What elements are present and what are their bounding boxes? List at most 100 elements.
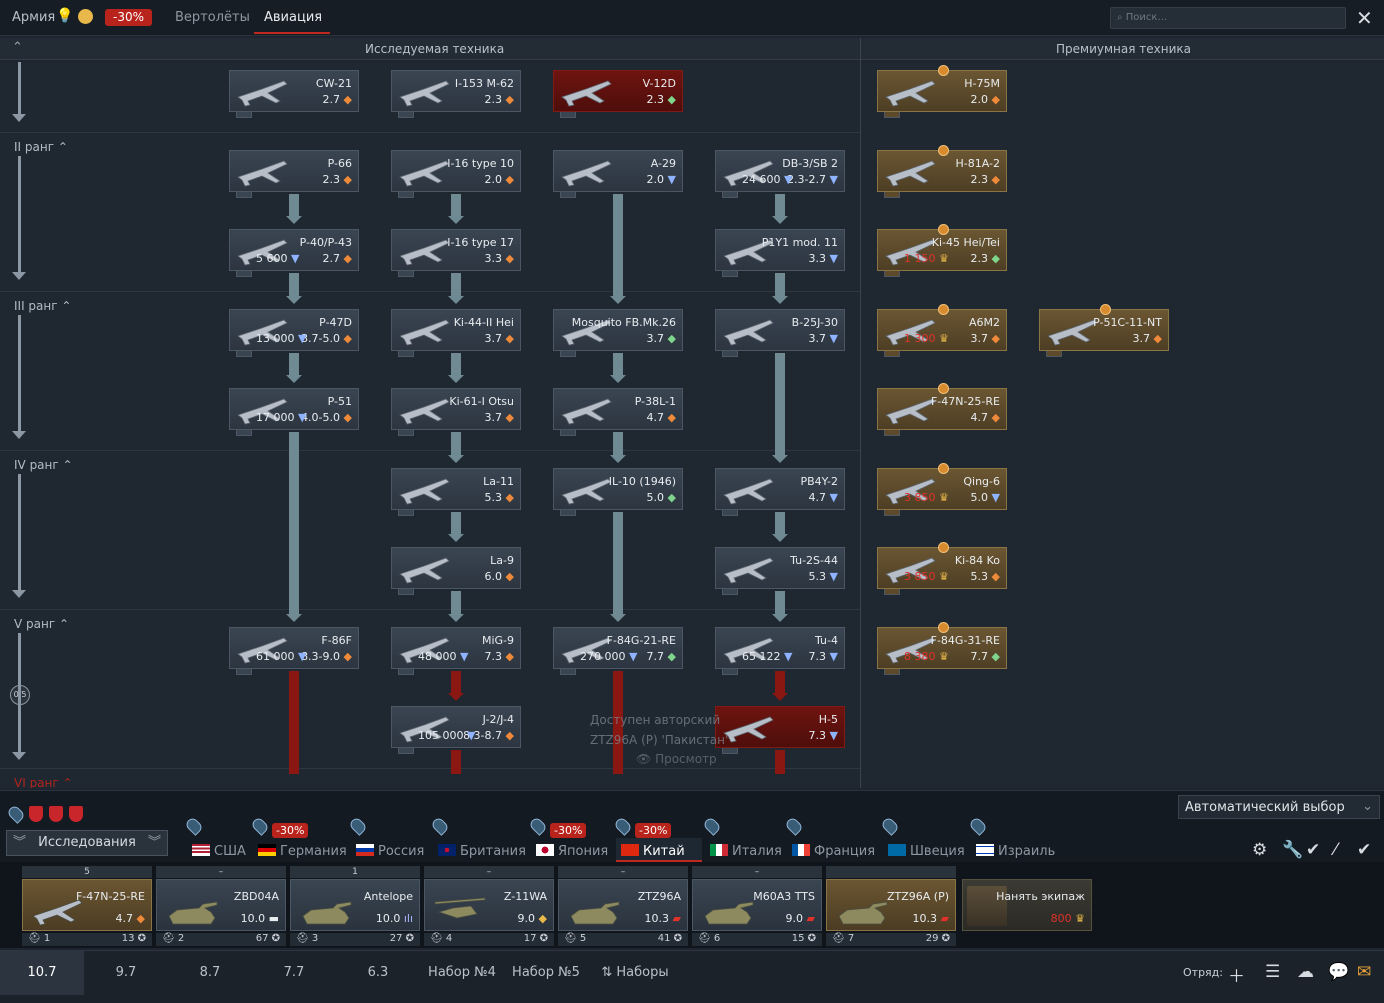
- slot-vehicle[interactable]: ZBD04A 10.0 ▬: [156, 879, 286, 931]
- tab-helicopters[interactable]: Вертолёты: [175, 10, 250, 25]
- vehicle-card-p51[interactable]: P-51 4.0-5.0 ◆ 17 000 ▼: [229, 388, 359, 436]
- nation-tab-5[interactable]: Китай: [621, 844, 685, 859]
- slot-vehicle[interactable]: M60A3 TTS 9.0 ▰: [692, 879, 822, 931]
- vehicle-card-il10[interactable]: IL-10 (1946) 5.0 ◆: [553, 467, 683, 516]
- nation-tab-8[interactable]: Швеция: [888, 844, 965, 859]
- repair-all-icon[interactable]: ⁄: [1334, 840, 1337, 860]
- vehicle-card-qing6[interactable]: Qing-6 5.0 ▼ 3 850 ♛: [877, 462, 1007, 516]
- slot-vehicle[interactable]: F-47N-25-RE 4.7 ◆: [22, 879, 152, 931]
- research-points-icon: ◆: [502, 729, 514, 742]
- vehicle-card-tu4[interactable]: Tu-4 7.3 ▼ 65 122 ▼: [715, 626, 845, 675]
- vehicle-card-a29[interactable]: A-29 2.0 ▼: [553, 149, 683, 198]
- vehicle-card-h75m[interactable]: H-75M 2.0 ◆: [877, 65, 1007, 118]
- tab-aviation[interactable]: Авиация: [264, 10, 322, 25]
- vehicle-card-db3[interactable]: DB-3/SB 2 2.3-2.7 ▼ 24 600 ▼: [715, 149, 845, 198]
- crew-slot-2[interactable]: – ZBD04A 10.0 ▬ ⛑ 2 67 ✪: [156, 866, 286, 946]
- nation-tab-0[interactable]: США: [192, 844, 246, 859]
- card-tab: [722, 589, 738, 595]
- slot-vehicle[interactable]: Antelope 10.0 ılı: [290, 879, 420, 931]
- crew-slot-3[interactable]: 1 Antelope 10.0 ılı ⛑ 3 27 ✪: [290, 866, 420, 946]
- nation-tab-4[interactable]: Япония: [536, 844, 608, 859]
- vehicle-card-pb4y[interactable]: PB4Y-2 4.7 ▼: [715, 467, 845, 516]
- slot-vehicle[interactable]: ZTZ96A (P) 10.3 ▰: [826, 879, 956, 931]
- crew-slot-4[interactable]: – Z-11WA 9.0 ◆ ⛑ 4 17 ✪: [424, 866, 554, 946]
- vehicle-card-p51c[interactable]: P-51C-11-NT 3.7 ◆: [1039, 303, 1169, 357]
- army-tab[interactable]: Армия: [12, 10, 55, 25]
- vehicle-card-i16t10[interactable]: I-16 type 10 2.0 ◆: [391, 149, 521, 198]
- presets-menu-button[interactable]: ⇅ Наборы: [590, 951, 680, 995]
- preset-2[interactable]: 8.7: [168, 951, 252, 995]
- vehicle-card-i153[interactable]: I-153 M-62 2.3 ◆: [391, 70, 521, 118]
- search-input[interactable]: ⌕ Поиск...: [1110, 7, 1346, 29]
- chat-icon[interactable]: 💬: [1328, 962, 1349, 982]
- slot-vehicle[interactable]: ZTZ96A 10.3 ▰: [558, 879, 688, 931]
- nation-tab-9[interactable]: Израиль: [976, 844, 1055, 859]
- nation-tab-6[interactable]: Италия: [710, 844, 782, 859]
- vehicle-card-p40[interactable]: P-40/P-43 2.7 ◆ 5 600 ▼: [229, 229, 359, 277]
- mail-icon[interactable]: ✉: [1357, 962, 1371, 982]
- vehicle-card-la9[interactable]: La-9 6.0 ◆: [391, 547, 521, 595]
- rank-label[interactable]: III ранг ⌃: [14, 299, 71, 313]
- squad-members-icon[interactable]: ☁: [1297, 962, 1314, 982]
- wrench-icon[interactable]: 🔧: [1282, 840, 1303, 860]
- vehicle-card-ki44[interactable]: Ki-44-II Hei 3.7 ◆: [391, 308, 521, 357]
- preset-5[interactable]: Набор №4: [420, 951, 504, 995]
- vehicle-card-p1y1[interactable]: P1Y1 mod. 11 3.3 ▼: [715, 229, 845, 277]
- checkmark-icon[interactable]: ✔: [1306, 840, 1320, 860]
- nation-tab-1[interactable]: Германия: [258, 844, 347, 859]
- vehicle-card-p38[interactable]: P-38L-1 4.7 ◆: [553, 388, 683, 436]
- vehicle-card-i16t17[interactable]: I-16 type 17 3.3 ◆: [391, 229, 521, 277]
- confirm-icon[interactable]: ✔: [1357, 840, 1371, 860]
- vehicle-card-j2[interactable]: J-2/J-4 8.3-8.7 ◆ 105 000 ▼: [391, 706, 521, 754]
- vehicle-card-la11[interactable]: La-11 5.3 ◆: [391, 467, 521, 516]
- auto-select-dropdown[interactable]: Автоматический выбор ⌄: [1178, 795, 1380, 819]
- rank-label[interactable]: II ранг ⌃: [14, 140, 68, 154]
- card-tab: [884, 112, 900, 118]
- preset-0[interactable]: 10.7: [0, 951, 84, 995]
- rank-label[interactable]: VI ранг ⌃: [14, 776, 73, 788]
- vehicle-card-h5[interactable]: H-5 7.3 ▼: [715, 706, 845, 754]
- nation-tab-2[interactable]: Россия: [356, 844, 424, 859]
- vehicle-card-ki61[interactable]: Ki-61-I Otsu 3.7 ◆: [391, 388, 521, 436]
- vehicle-card-f84g31[interactable]: F-84G-31-RE 7.7 ◆ 8 380 ♛: [877, 621, 1007, 675]
- vehicle-card-h81[interactable]: H-81A-2 2.3 ◆: [877, 144, 1007, 198]
- add-squad-icon[interactable]: ＋: [1228, 962, 1245, 987]
- vehicle-card-v12d[interactable]: V-12D 2.3 ◆: [553, 70, 683, 118]
- research-tab[interactable]: ︾ Исследования ︾: [6, 830, 168, 856]
- close-icon[interactable]: ✕: [1356, 6, 1373, 30]
- vehicle-card-f86[interactable]: F-86F 8.3-9.0 ◆ 61 000 ▼: [229, 626, 359, 675]
- preset-6[interactable]: Набор №5: [504, 951, 588, 995]
- nation-tab-3[interactable]: Британия: [438, 844, 526, 859]
- section-header: Исследуемая техника Премиумная техника: [0, 38, 1384, 60]
- crew-slot-6[interactable]: – M60A3 TTS 9.0 ▰ ⛑ 6 15 ✪: [692, 866, 822, 946]
- vehicle-card-f84g21[interactable]: F-84G-21-RE 7.7 ◆ 270 000 ▼: [553, 626, 683, 675]
- vehicle-card-mig9[interactable]: MiG-9 7.3 ◆ 48 000 ▼: [391, 626, 521, 675]
- slot-vehicle[interactable]: Z-11WA 9.0 ◆: [424, 879, 554, 931]
- vehicle-card-f47n[interactable]: F-47N-25-RE 4.7 ◆: [877, 383, 1007, 436]
- preview-button[interactable]: 👁 Просмотр: [636, 752, 717, 766]
- rank-label[interactable]: V ранг ⌃: [14, 617, 69, 631]
- vehicle-card-a6m2[interactable]: A6M2 3.7 ◆ 1 300 ♛: [877, 303, 1007, 357]
- vehicle-card-tu2[interactable]: Tu-2S-44 5.3 ▼: [715, 547, 845, 595]
- card-tab: [398, 350, 414, 357]
- hire-crew-card[interactable]: Нанять экипаж 800 ♛: [962, 879, 1092, 931]
- list-icon[interactable]: ☰: [1265, 962, 1280, 982]
- collapse-all-icon[interactable]: ⌃: [12, 40, 23, 55]
- vehicle-card-ki84[interactable]: Ki-84 Ko 5.3 ◆ 3 850 ♛: [877, 542, 1007, 595]
- vehicle-card-mosq[interactable]: Mosquito FB.Mk.26 3.7 ◆: [553, 308, 683, 357]
- rank-label[interactable]: IV ранг ⌃: [14, 458, 73, 472]
- settings-icon[interactable]: ⚙: [1252, 840, 1267, 860]
- preset-3[interactable]: 7.7: [252, 951, 336, 995]
- crew-slot-5[interactable]: – ZTZ96A 10.3 ▰ ⛑ 5 41 ✪: [558, 866, 688, 946]
- vehicle-card-p66[interactable]: P-66 2.3 ◆: [229, 149, 359, 198]
- vehicle-card-b25[interactable]: B-25J-30 3.7 ▼: [715, 308, 845, 357]
- vehicle-card-ki45[interactable]: Ki-45 Hei/Tei 2.3 ◆ 1 150 ♛: [877, 224, 1007, 277]
- crew-slot-7[interactable]: ZTZ96A (P) 10.3 ▰ ⛑ 7 29 ✪: [826, 866, 956, 946]
- preset-1[interactable]: 9.7: [84, 951, 168, 995]
- crew-slot-1[interactable]: 5 F-47N-25-RE 4.7 ◆ ⛑ 1 13 ✪: [22, 866, 152, 946]
- vehicle-card-p47d[interactable]: P-47D 3.7-5.0 ◆ 13 000 ▼: [229, 308, 359, 357]
- card-tab: [398, 271, 414, 277]
- preset-4[interactable]: 6.3: [336, 951, 420, 995]
- vehicle-card-cw21[interactable]: CW-21 2.7 ◆: [229, 70, 359, 118]
- nation-tab-7[interactable]: Франция: [792, 844, 875, 859]
